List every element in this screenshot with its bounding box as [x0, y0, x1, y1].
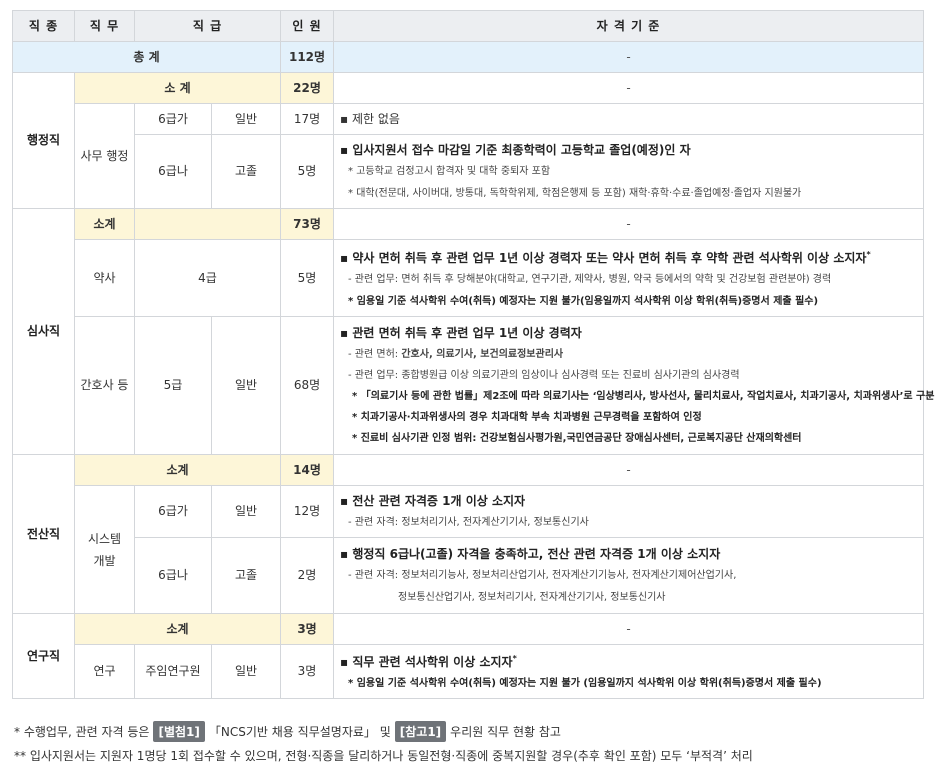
admin-subtotal-count: 22명 [280, 72, 335, 104]
admin-count-6na: 5명 [280, 134, 335, 209]
admin-row-6na: 6급나 고졸 5명 ▪ 입사지원서 접수 마감일 기준 최종학력이 고등학교 졸… [13, 134, 925, 209]
criteria-main: ▪ 행정직 6급나(고졸) 자격을 충족하고, 전산 관련 자격증 1개 이상 … [340, 546, 721, 561]
research-subtotal-label: 소계 [73, 613, 282, 645]
criteria-main: ▪ 전산 관련 자격증 1개 이상 소지자 [340, 493, 526, 508]
header-row: 직 종 직 무 직 급 인 원 자 격 기 준 [12, 10, 925, 42]
header-duty: 직 무 [74, 10, 135, 42]
header-criteria: 자 격 기 준 [333, 10, 925, 42]
it-type-6ga: 일반 [210, 485, 282, 538]
review-subtotal-label: 소계 [74, 208, 135, 240]
criteria-line: - 관련 자격: 정보처리기사, 전자계산기기사, 정보통신기사 [348, 516, 589, 528]
research-duty: 연구 [74, 644, 135, 699]
research-type: 일반 [210, 644, 282, 699]
it-grade-6ga: 6급가 [134, 485, 212, 538]
footnote-text: 「NCS기반 채용 직무설명자료」 및 [208, 724, 391, 739]
criteria-line: 정보통신산업기사, 정보처리기사, 전자계산기기사, 정보통신기사 [398, 591, 666, 603]
nurse-grade: 5급 [134, 316, 212, 455]
admin-row-6ga: 사무 행정 6급가 일반 17명 ▪ 제한 없음 [13, 103, 925, 209]
tag-reference-1: [참고1] [394, 720, 447, 742]
admin-type-6na: 고졸 [210, 134, 282, 209]
it-criteria-6ga: ▪ 전산 관련 자격증 1개 이상 소지자 - 관련 자격: 정보처리기사, 전… [333, 485, 925, 538]
admin-duty: 사무 행정 [74, 103, 135, 209]
criteria-note: * 대학(전문대, 사이버대, 방통대, 독학학위제, 학점은행제 등 포함) … [348, 187, 802, 199]
admin-grade-6ga: 6급가 [134, 103, 212, 135]
tag-attachment-1: [별첨1] [153, 720, 205, 742]
it-type-6na: 고졸 [210, 537, 282, 614]
total-label: 총 계 [11, 41, 282, 73]
total-count: 112명 [280, 41, 335, 73]
criteria-main: ▪ 입사지원서 접수 마감일 기준 최종학력이 고등학교 졸업(예정)인 자 [340, 142, 691, 157]
criteria-note: * 고등학교 검정고시 합격자 및 대학 중퇴자 포함 [348, 165, 551, 177]
it-duty: 시스템 개발 [74, 485, 135, 614]
criteria-line: - 관련 업무: 종합병원급 이상 의료기관의 임상이나 심사경력 또는 진료비… [348, 369, 740, 381]
it-subtotal-count: 14명 [280, 454, 335, 486]
review-category: 심사직 [12, 208, 75, 455]
review-subtotal-row: 심사직 소계 73명 - [12, 208, 925, 455]
footnote-text: * 수행업무, 관련 자격 등은 [14, 724, 150, 739]
criteria-note: * 임용일 기준 석사학위 수여(취득) 예정자는 지원 불가 (임용일까지 석… [348, 678, 822, 689]
research-row: 연구 주임연구원 일반 3명 ▪ 직무 관련 석사학위 이상 소지자* * 임용… [13, 644, 925, 699]
footnote-text: 우리원 직무 현황 참고 [450, 724, 561, 739]
criteria-note: * 임용일 기준 석사학위 수여(취득) 예정자는 지원 불가(임용일까지 석사… [348, 295, 819, 307]
header-job-type: 직 종 [12, 10, 75, 42]
it-row-6na: 6급나 고졸 2명 ▪ 행정직 6급나(고졸) 자격을 충족하고, 전산 관련 … [13, 537, 925, 614]
pharm-grade: 4급 [133, 239, 282, 317]
footnote-2: ** 입사지원서는 지원자 1명당 1회 접수할 수 있으며, 전형·직종을 달… [14, 748, 753, 763]
criteria-line: - 관련 면허: 간호사, 의료기사, 보건의료정보관리사 [348, 348, 564, 360]
admin-subtotal-label: 소 계 [73, 72, 282, 104]
it-subtotal-row: 전산직 소계 14명 - [12, 454, 925, 614]
it-row-6ga: 시스템 개발 6급가 일반 12명 ▪ 전산 관련 자격증 1개 이상 소지자 … [13, 485, 925, 614]
admin-subtotal-row: 행정직 소 계 22명 - [12, 72, 925, 209]
criteria-line: - 관련 자격: 정보처리기능사, 정보처리산업기사, 전자계산기기능사, 전자… [348, 569, 737, 581]
admin-criteria-6ga: ▪ 제한 없음 [333, 103, 925, 135]
admin-category: 행정직 [12, 72, 75, 209]
research-subtotal-count: 3명 [280, 613, 335, 645]
recruitment-table: 직 종 직 무 직 급 인 원 자 격 기 준 총 계 112명 - 행정직 소… [11, 10, 935, 699]
review-row-pharm: 약사 4급 5명 ▪ 약사 면허 취득 후 관련 업무 1년 이상 경력자 또는… [13, 239, 925, 317]
total-criteria: - [333, 41, 925, 73]
page: 직 종 직 무 직 급 인 원 자 격 기 준 총 계 112명 - 행정직 소… [0, 0, 947, 770]
review-subtotal-count: 73명 [280, 208, 335, 240]
research-subtotal-criteria: - [333, 613, 925, 645]
criteria-note: * 「의료기사 등에 관한 법률」제2조에 따라 의료기사는 ‘임상병리사, 방… [352, 390, 935, 402]
research-count: 3명 [280, 644, 335, 699]
criteria-note: * 치과기공사·치과위생사의 경우 치과대학 부속 치과병원 근무경력을 포함하… [352, 411, 702, 423]
it-subtotal-label: 소계 [73, 454, 282, 486]
nurse-duty: 간호사 등 [74, 316, 135, 455]
pharm-criteria: ▪ 약사 면허 취득 후 관련 업무 1년 이상 경력자 또는 약사 면허 취득… [333, 239, 925, 317]
pharm-duty: 약사 [74, 239, 135, 317]
it-subtotal-criteria: - [333, 454, 925, 486]
pharm-count: 5명 [280, 239, 335, 317]
it-category: 전산직 [12, 454, 75, 614]
it-count-6ga: 12명 [280, 485, 335, 538]
admin-grade-6na: 6급나 [134, 134, 212, 209]
criteria-main: ▪ 관련 면허 취득 후 관련 업무 1년 이상 경력자 [340, 325, 582, 340]
total-row: 총 계 112명 - [11, 41, 925, 73]
admin-type-6ga: 일반 [210, 103, 282, 135]
criteria-line: - 관련 업무: 면허 취득 후 당해분야(대학교, 연구기관, 제약사, 병원… [348, 273, 832, 285]
nurse-criteria: ▪ 관련 면허 취득 후 관련 업무 1년 이상 경력자 - 관련 면허: 간호… [333, 316, 935, 455]
it-count-6na: 2명 [280, 537, 335, 614]
header-grade: 직 급 [133, 10, 282, 42]
criteria-note: * 진료비 심사기관 인정 범위: 건강보험심사평가원,국민연금공단 장애심사센… [352, 432, 802, 444]
admin-criteria-6na: ▪ 입사지원서 접수 마감일 기준 최종학력이 고등학교 졸업(예정)인 자 *… [333, 134, 925, 209]
research-grade: 주임연구원 [134, 644, 212, 699]
admin-count-6ga: 17명 [280, 103, 335, 135]
nurse-type: 일반 [210, 316, 282, 455]
review-subtotal-criteria: - [333, 208, 925, 240]
research-category: 연구직 [12, 613, 75, 699]
research-subtotal-row: 연구직 소계 3명 - [12, 613, 925, 699]
nurse-count: 68명 [280, 316, 335, 455]
admin-subtotal-criteria: - [333, 72, 925, 104]
criteria-main: ▪ 직무 관련 석사학위 이상 소지자* [340, 654, 517, 669]
it-grade-6na: 6급나 [134, 537, 212, 614]
review-row-nurse: 간호사 등 5급 일반 68명 ▪ 관련 면허 취득 후 관련 업무 1년 이상… [13, 316, 935, 455]
research-criteria: ▪ 직무 관련 석사학위 이상 소지자* * 임용일 기준 석사학위 수여(취득… [333, 644, 925, 699]
it-criteria-6na: ▪ 행정직 6급나(고졸) 자격을 충족하고, 전산 관련 자격증 1개 이상 … [333, 537, 925, 614]
criteria-main: ▪ 약사 면허 취득 후 관련 업무 1년 이상 경력자 또는 약사 면허 취득… [340, 249, 871, 265]
header-count: 인 원 [280, 10, 335, 42]
footnotes: * 수행업무, 관련 자격 등은 [별첨1] 「NCS기반 채용 직무설명자료」… [14, 719, 753, 767]
footnote-1: * 수행업무, 관련 자격 등은 [별첨1] 「NCS기반 채용 직무설명자료」… [14, 719, 753, 743]
